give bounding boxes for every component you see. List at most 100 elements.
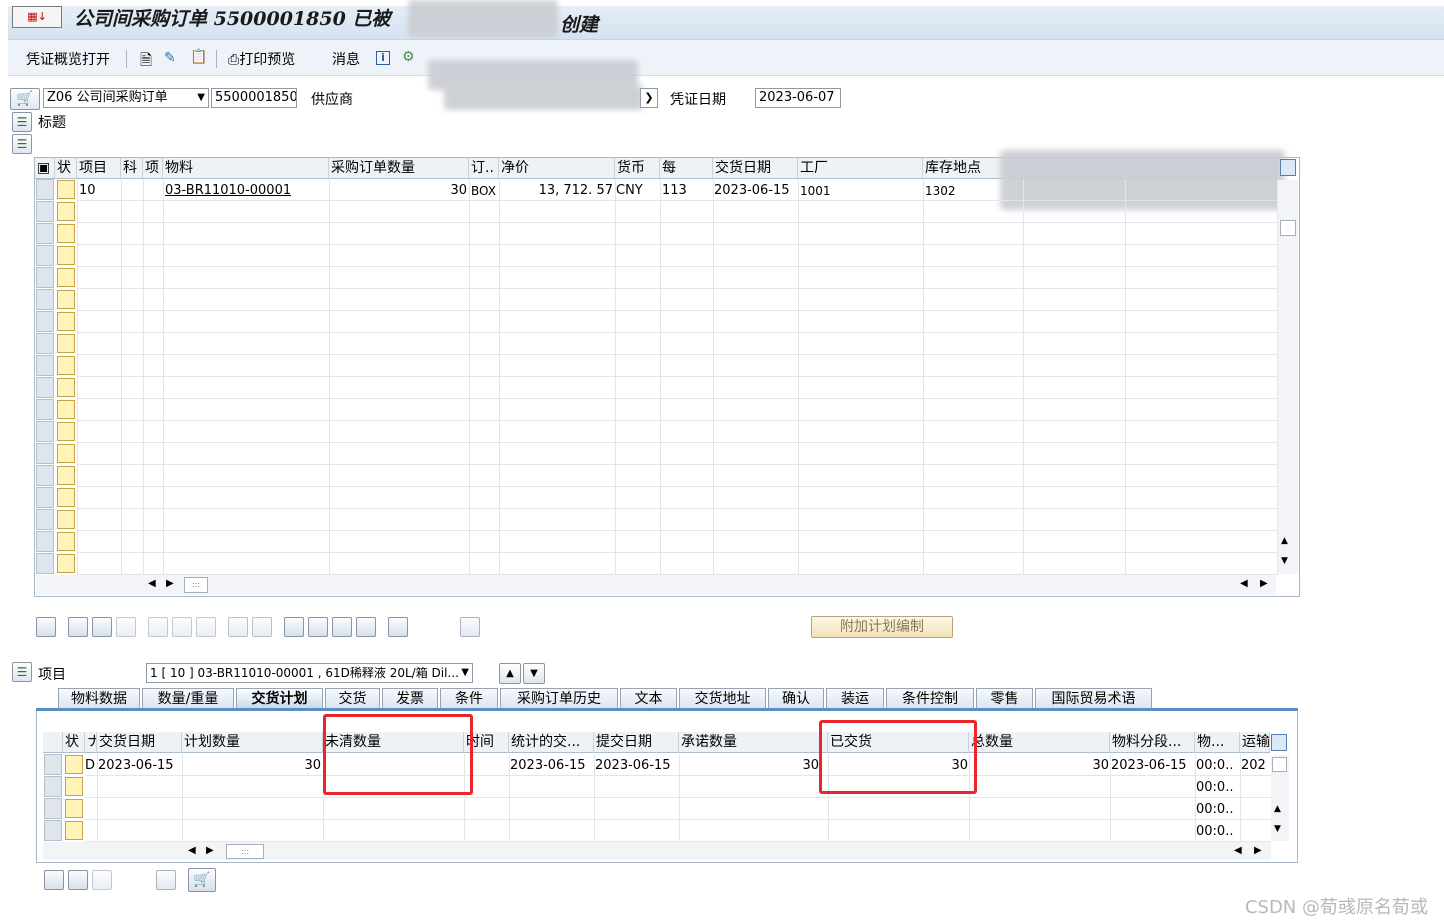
messages-button[interactable]: 消息 [332,49,360,69]
status-cell[interactable] [57,488,75,507]
lock-icon[interactable] [172,617,192,637]
select-block-icon[interactable] [92,870,112,890]
row-selector[interactable] [36,355,54,376]
vendor-value-help[interactable]: ❯ [640,88,658,108]
col-header[interactable]: 净价 [499,158,615,179]
filter-settings-icon[interactable] [356,617,376,637]
material-link[interactable]: 03-BR11010-00001 [165,181,291,201]
status-cell[interactable] [57,444,75,463]
tab-5[interactable]: 条件 [440,688,498,709]
scroll-left-icon[interactable]: ◀ [148,578,156,589]
unlock-icon[interactable] [196,617,216,637]
tab-1[interactable]: 数量/重量 [142,688,234,709]
expand-overview-icon[interactable]: ☰ [12,134,32,154]
row-selector[interactable] [36,289,54,310]
row-selector[interactable] [36,333,54,354]
col-header[interactable]: 采购订单数量 [329,158,469,179]
status-cell[interactable] [57,356,75,375]
status-cell[interactable] [57,378,75,397]
scroll-left-icon[interactable]: ◀ [1240,578,1248,589]
status-cell[interactable] [57,334,75,353]
scroll-thumb[interactable] [1272,757,1287,772]
clipboard-icon[interactable]: 📋 [190,49,207,65]
tab-9[interactable]: 确认 [768,688,824,709]
row-selector[interactable] [44,820,62,841]
cart-icon[interactable]: 🛒 [188,868,216,892]
col-header[interactable]: 总数量 [969,732,1110,753]
document-overview-button[interactable]: 凭证概览打开 [26,49,110,69]
status-cell[interactable] [57,268,75,287]
scroll-up-icon[interactable]: ▲ [1281,536,1288,546]
sort-ascending-icon[interactable] [284,617,304,637]
scroll-down-icon[interactable]: ▼ [1281,556,1288,566]
status-cell[interactable] [57,532,75,551]
doc-date-field[interactable]: 2023-06-07 [755,88,841,108]
col-header[interactable]: 工厂 [798,158,923,179]
items-vertical-scrollbar[interactable] [1278,180,1298,574]
col-header[interactable]: 货币 [615,158,660,179]
status-cell[interactable] [57,180,75,199]
personal-settings-icon[interactable]: ⚙ [402,49,415,65]
column-settings-icon[interactable] [1271,734,1287,751]
col-header[interactable]: 状 [63,732,85,753]
status-cell[interactable] [57,400,75,419]
tab-11[interactable]: 条件控制 [886,688,974,709]
status-cell[interactable] [57,246,75,265]
status-cell[interactable] [57,202,75,221]
col-header[interactable]: 物... [1195,732,1240,753]
col-header[interactable]: 交货日期 [97,732,182,753]
app-icon[interactable]: ▦↓ [12,6,62,28]
tab-7[interactable]: 文本 [620,688,677,709]
tab-2[interactable]: 交货计划 [236,688,323,709]
row-selector[interactable] [36,399,54,420]
item-selector[interactable]: 1 [ 10 ] 03-BR11010-00001 , 61D稀释液 20L/箱… [146,663,473,683]
new-document-icon[interactable]: 🗎 [140,50,152,75]
tab-4[interactable]: 发票 [382,688,438,709]
expand-header-icon[interactable]: ☰ [12,112,32,132]
row-selector[interactable] [44,798,62,819]
tab-6[interactable]: 采购订单历史 [500,688,618,709]
col-header[interactable]: 运输 [1240,732,1270,753]
col-header[interactable]: 物料分段... [1110,732,1195,753]
col-header[interactable]: 物料 [163,158,329,179]
status-cell[interactable] [57,510,75,529]
row-selector[interactable] [36,465,54,486]
deselect-all-icon[interactable] [68,870,88,890]
scroll-thumb[interactable] [1280,220,1296,236]
col-header[interactable]: 承诺数量 [679,732,828,753]
scroll-left-icon[interactable]: ◀ [188,845,196,856]
settings-icon[interactable] [460,617,480,637]
row-selector[interactable] [36,245,54,266]
deselect-all-icon[interactable] [92,617,112,637]
scroll-down-icon[interactable]: ▼ [1274,824,1281,834]
row-selector[interactable] [36,531,54,552]
scroll-right-icon[interactable]: ▶ [206,845,214,856]
select-all-columns[interactable]: ▣ [35,158,55,179]
row-selector[interactable] [36,201,54,222]
copy-icon[interactable] [228,617,248,637]
items-horizontal-scrollbar[interactable] [36,575,1276,595]
cart-icon[interactable]: 🛒 [10,88,40,110]
tab-3[interactable]: 交货 [325,688,380,709]
scroll-up-icon[interactable]: ▲ [1274,804,1281,814]
col-header[interactable]: 每 [660,158,713,179]
status-cell[interactable] [65,777,83,796]
row-selector[interactable] [36,267,54,288]
col-header[interactable]: 科 [121,158,143,179]
select-block-icon[interactable] [116,617,136,637]
row-selector[interactable] [36,179,54,200]
col-header[interactable]: 订.. [469,158,499,179]
tab-8[interactable]: 交货地址 [679,688,766,709]
status-cell[interactable] [57,224,75,243]
row-selector[interactable] [36,443,54,464]
select-all-icon[interactable] [68,617,88,637]
col-header[interactable]: 计划数量 [182,732,323,753]
tab-0[interactable]: 物料数据 [58,688,140,709]
row-selector[interactable] [44,754,62,775]
filter-icon[interactable] [332,617,352,637]
col-header[interactable]: 项 [143,158,163,179]
row-selector[interactable] [36,553,54,574]
additional-planning-button[interactable]: 附加计划编制 [811,616,953,638]
status-cell[interactable] [57,554,75,573]
print-preview-button[interactable]: ⎙打印预览 [228,49,295,69]
